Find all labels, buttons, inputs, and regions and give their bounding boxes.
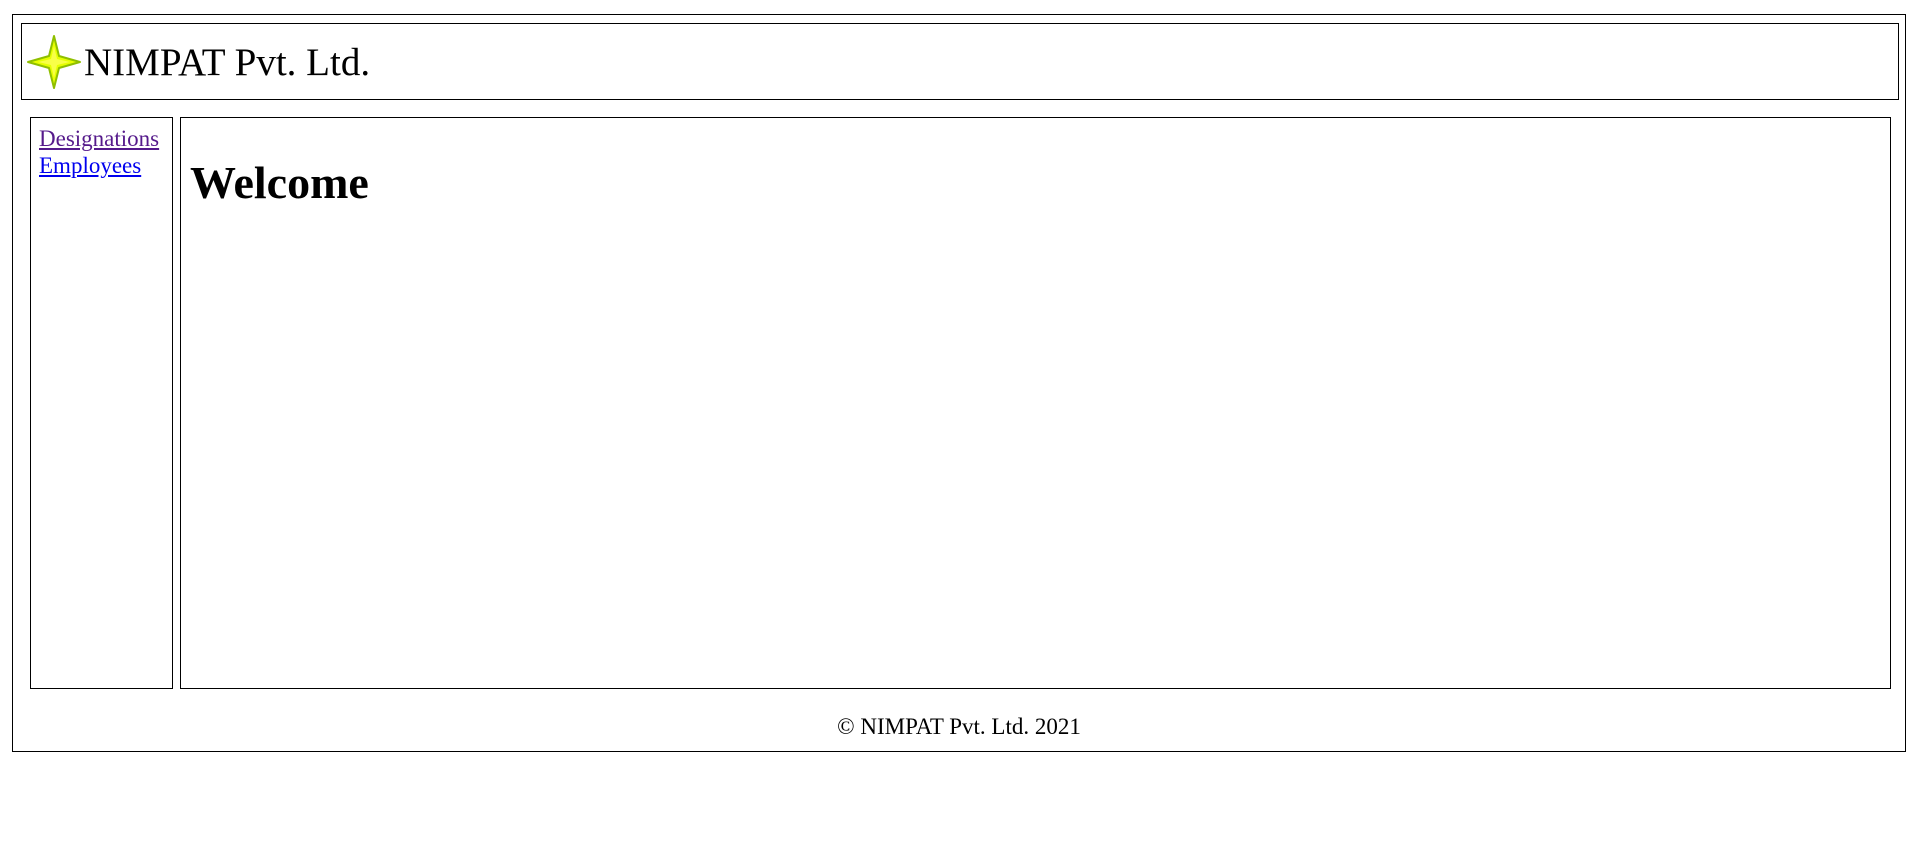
sidebar-item-employees[interactable]: Employees <box>39 152 164 179</box>
page-title: Welcome <box>190 157 369 208</box>
sidebar-item-designations[interactable]: Designations <box>39 125 164 152</box>
page-container: NIMPAT Pvt. Ltd. Designations Employees … <box>12 14 1906 752</box>
four-point-star-icon <box>27 34 81 89</box>
header: NIMPAT Pvt. Ltd. <box>21 23 1899 100</box>
company-name: NIMPAT Pvt. Ltd. <box>84 41 371 84</box>
footer-copyright: © NIMPAT Pvt. Ltd. 2021 <box>837 714 1081 739</box>
main-content: Welcome <box>180 117 1891 689</box>
sidebar-nav: Designations Employees <box>30 117 173 689</box>
